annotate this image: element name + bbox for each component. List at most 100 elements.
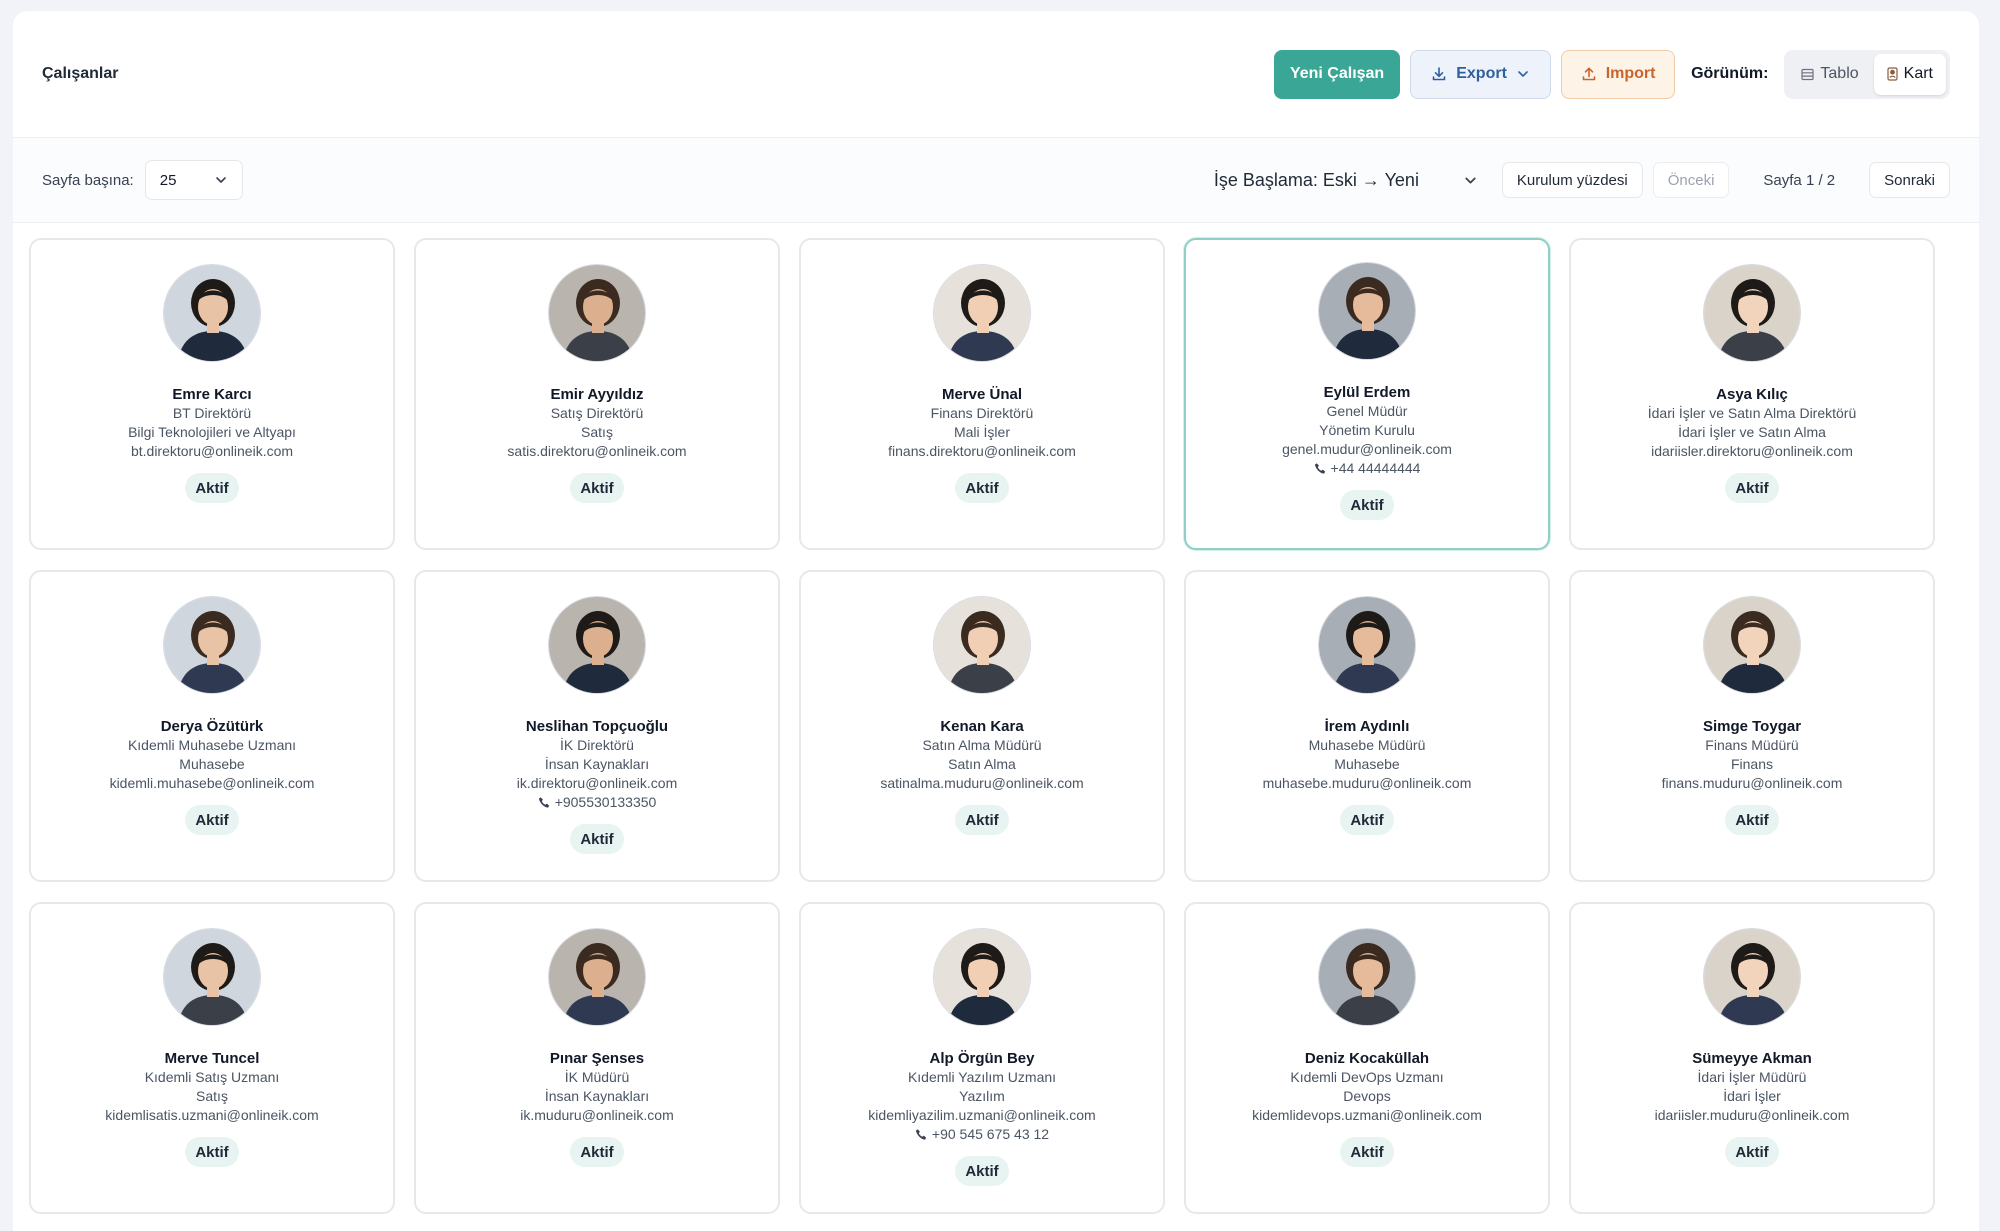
employee-card[interactable]: Alp Örgün Bey Kıdemli Yazılım Uzmanı Yazıl… xyxy=(799,902,1165,1214)
avatar xyxy=(933,928,1031,1026)
status-badge: Aktif xyxy=(570,473,624,503)
employee-department: Satış xyxy=(196,1088,228,1104)
employee-title: Kıdemli Yazılım Uzmanı xyxy=(907,1069,1057,1085)
sort-select[interactable]: İşe Başlama: Eski → Yeni xyxy=(1202,160,1492,200)
chevron-down-icon xyxy=(1463,173,1478,188)
employee-department: Mali İşler xyxy=(953,424,1010,440)
employee-email: ik.direktoru@onlineik.com xyxy=(516,775,678,791)
per-page-select[interactable]: 25 xyxy=(144,160,243,200)
new-employee-label: Yeni Çalışan xyxy=(1289,65,1385,82)
employee-department: Yönetim Kurulu xyxy=(1319,422,1415,438)
view-card-label: Kart xyxy=(1903,65,1933,82)
employee-card[interactable]: Merve Tuncel Kıdemli Satış Uzmanı Satış kid… xyxy=(29,902,395,1214)
new-employee-button[interactable]: Yeni Çalışan xyxy=(1274,49,1401,99)
employee-department: Devops xyxy=(1343,1088,1391,1104)
employee-title: Kıdemli Muhasebe Uzmanı xyxy=(127,737,297,753)
card-icon xyxy=(1887,67,1898,81)
employee-name: Sümeyye Akman xyxy=(1692,1050,1812,1067)
employee-name: Eylül Erdem xyxy=(1323,384,1411,401)
view-toggle: Tablo Kart xyxy=(1784,49,1950,99)
import-button[interactable]: Import xyxy=(1561,49,1676,99)
employee-phone-number: +90 545 675 43 12 xyxy=(931,1126,1050,1142)
phone-icon xyxy=(1314,462,1327,475)
avatar xyxy=(163,928,261,1026)
view-card-option[interactable]: Kart xyxy=(1873,53,1946,95)
status-badge: Aktif xyxy=(185,473,239,503)
chevron-down-icon xyxy=(1516,67,1530,81)
avatar xyxy=(1703,928,1801,1026)
list-toolbar: Sayfa başına: 25 İşe Başlama: Eski → Yen… xyxy=(13,138,1979,223)
upload-icon xyxy=(1581,66,1597,82)
employee-card[interactable]: Kenan Kara Satın Alma Müdürü Satın Alma sat… xyxy=(799,570,1165,882)
employee-phone: +44 44444444 xyxy=(1314,459,1420,478)
employee-card[interactable]: Merve Ünal Finans Direktörü Mali İşler fina… xyxy=(799,238,1165,550)
prev-page-button[interactable]: Önceki xyxy=(1652,162,1730,198)
employee-card-grid: Emre Karcı BT Direktörü Bilgi Teknolojiler… xyxy=(29,238,1935,1214)
employee-title: Satın Alma Müdürü xyxy=(922,737,1042,753)
employee-name: Simge Toygar xyxy=(1702,718,1802,735)
employee-card[interactable]: Eylül Erdem Genel Müdür Yönetim Kurulu gene… xyxy=(1184,238,1550,550)
employee-department: Muhasebe xyxy=(1334,756,1400,772)
employee-email: kidemliyazilim.uzmani@onlineik.com xyxy=(868,1107,1096,1123)
view-table-option[interactable]: Tablo xyxy=(1788,54,1871,95)
employee-card[interactable]: Derya Özütürk Kıdemli Muhasebe Uzmanı Muha… xyxy=(29,570,395,882)
download-icon xyxy=(1431,66,1447,82)
employee-name: Merve Tuncel xyxy=(164,1050,260,1067)
view-table-label: Tablo xyxy=(1820,65,1859,82)
next-page-button[interactable]: Sonraki xyxy=(1869,162,1950,198)
employee-department: İnsan Kaynakları xyxy=(544,1088,650,1104)
employee-name: Kenan Kara xyxy=(940,718,1024,735)
employee-card[interactable]: Sümeyye Akman İdari İşler Müdürü İdari İşl… xyxy=(1569,902,1935,1214)
table-icon xyxy=(1801,68,1815,81)
employee-card[interactable]: İrem Aydınlı Muhasebe Müdürü Muhasebe muhas… xyxy=(1184,570,1550,882)
employee-title: Finans Müdürü xyxy=(1705,737,1799,753)
employee-card[interactable]: Emir Ayyıldız Satış Direktörü Satış satis.d… xyxy=(414,238,780,550)
avatar xyxy=(933,596,1031,694)
employee-name: Pınar Şenses xyxy=(549,1050,645,1067)
employee-name: Alp Örgün Bey xyxy=(929,1050,1035,1067)
employee-title: Muhasebe Müdürü xyxy=(1308,737,1426,753)
toolbar-right: İşe Başlama: Eski → Yeni Kurulum yüzdesi… xyxy=(1202,160,1950,200)
employee-phone-number: +905530133350 xyxy=(554,794,657,810)
employee-department: Bilgi Teknolojileri ve Altyapı xyxy=(128,424,296,440)
employee-email: bt.direktoru@onlineik.com xyxy=(130,443,294,459)
avatar xyxy=(933,264,1031,362)
employee-name: Emir Ayyıldız xyxy=(550,386,644,403)
employee-name: İrem Aydınlı xyxy=(1324,718,1410,735)
employee-title: Genel Müdür xyxy=(1326,403,1408,419)
employee-name: Emre Karcı xyxy=(172,386,252,403)
header-actions: Yeni Çalışan Export Import Görünüm: Tabl… xyxy=(1274,49,1950,99)
employee-department: İnsan Kaynakları xyxy=(544,756,650,772)
employee-title: İdari İşler ve Satın Alma Direktörü xyxy=(1647,405,1857,421)
employee-card[interactable]: Pınar Şenses İK Müdürü İnsan Kaynakları ik.… xyxy=(414,902,780,1214)
status-badge: Aktif xyxy=(1725,1137,1779,1167)
status-badge: Aktif xyxy=(1725,473,1779,503)
export-label: Export xyxy=(1456,65,1507,82)
status-badge: Aktif xyxy=(955,805,1009,835)
export-button[interactable]: Export xyxy=(1410,49,1552,99)
employee-email: satis.direktoru@onlineik.com xyxy=(507,443,687,459)
employee-card[interactable]: Neslihan Topçuoğlu İK Direktörü İnsan Kayn… xyxy=(414,570,780,882)
avatar xyxy=(1318,262,1416,360)
setup-percent-button[interactable]: Kurulum yüzdesi xyxy=(1501,162,1643,198)
employee-email: finans.muduru@onlineik.com xyxy=(1661,775,1843,791)
employee-email: muhasebe.muduru@onlineik.com xyxy=(1262,775,1472,791)
employee-title: Kıdemli Satış Uzmanı xyxy=(144,1069,280,1085)
status-badge: Aktif xyxy=(1340,805,1394,835)
employee-card[interactable]: Deniz Kocaküllah Kıdemli DevOps Uzmanı Dev… xyxy=(1184,902,1550,1214)
status-badge: Aktif xyxy=(185,1137,239,1167)
employee-email: kidemli.muhasebe@onlineik.com xyxy=(109,775,315,791)
employee-name: Asya Kılıç xyxy=(1716,386,1788,403)
phone-icon xyxy=(915,1128,928,1141)
employee-card[interactable]: Asya Kılıç İdari İşler ve Satın Alma Dire… xyxy=(1569,238,1935,550)
avatar xyxy=(1318,596,1416,694)
employee-department: İdari İşler xyxy=(1723,1088,1781,1104)
employee-card[interactable]: Simge Toygar Finans Müdürü Finans finans.mu… xyxy=(1569,570,1935,882)
chevron-down-icon xyxy=(214,173,228,187)
employee-email: ik.muduru@onlineik.com xyxy=(520,1107,674,1123)
avatar xyxy=(1318,928,1416,1026)
employee-phone: +905530133350 xyxy=(538,793,657,812)
employee-email: finans.direktoru@onlineik.com xyxy=(888,443,1076,459)
employee-department: Finans xyxy=(1730,756,1774,772)
employee-card[interactable]: Emre Karcı BT Direktörü Bilgi Teknolojiler… xyxy=(29,238,395,550)
